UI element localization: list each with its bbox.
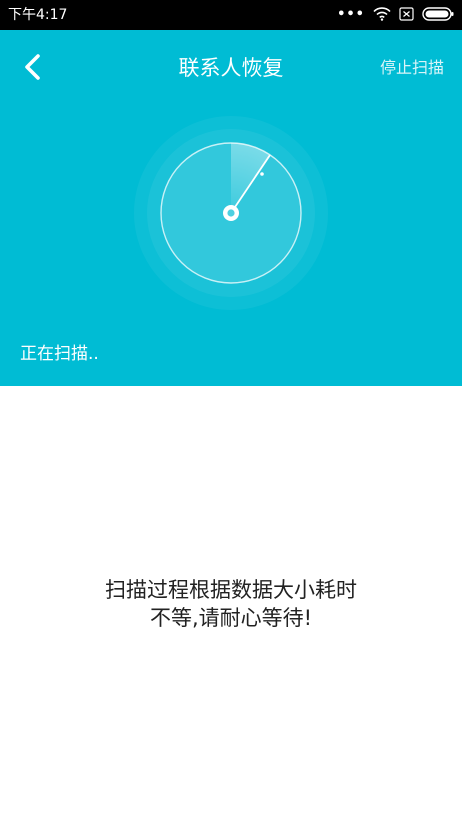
app-bar: 联系人恢复 停止扫描 [0,30,462,104]
wait-message: 扫描过程根据数据大小耗时 不等,请耐心等待! [0,576,462,632]
battery-icon [422,6,454,25]
scan-status: 正在扫描.. [20,344,99,364]
status-time: 下午4:17 [8,7,68,23]
wifi-icon [373,6,391,25]
wait-message-line-2: 不等,请耐心等待! [149,606,313,630]
radar-icon [134,116,328,310]
dots-icon: ••• [337,7,365,22]
status-bar: 下午4:17 ••• [0,0,462,30]
stop-scan-button[interactable]: 停止扫描 [380,57,444,79]
wait-message-line-1: 扫描过程根据数据大小耗时 [105,578,357,602]
sim-icon [399,6,414,25]
status-icons: ••• [337,6,454,25]
scan-panel: 联系人恢复 停止扫描 正在扫描.. [0,30,462,386]
